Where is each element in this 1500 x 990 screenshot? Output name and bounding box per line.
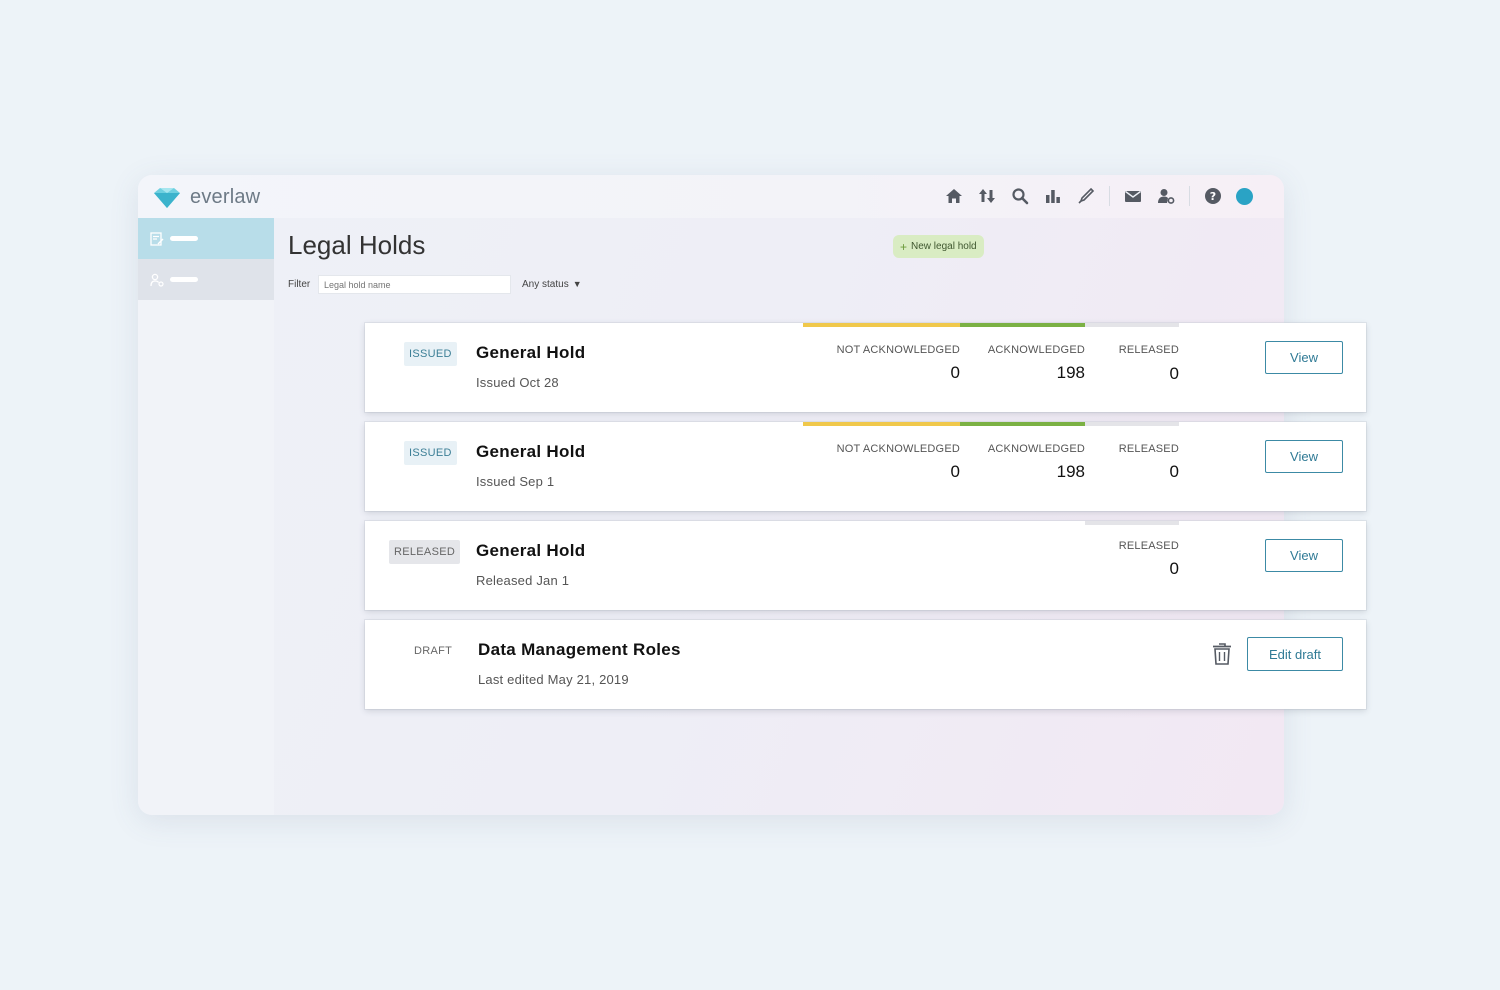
transfer-icon[interactable] — [977, 186, 997, 206]
status-badge: ISSUED — [404, 342, 457, 366]
released-bar — [1085, 323, 1179, 327]
hold-subtitle: Released Jan 1 — [476, 573, 570, 588]
status-badge: RELEASED — [389, 540, 461, 564]
logo[interactable]: everlaw — [152, 186, 260, 209]
hold-subtitle: Issued Oct 28 — [476, 375, 559, 390]
status-select-value: Any status — [522, 279, 569, 290]
acknowledged-label: ACKNOWLEDGED — [987, 344, 1085, 356]
legal-hold-icon — [150, 231, 164, 246]
hold-subtitle: Last edited May 21, 2019 — [478, 672, 629, 687]
not-acknowledged-bar — [803, 422, 960, 426]
released-label: RELEASED — [1118, 344, 1179, 356]
not-acknowledged-value: 0 — [950, 462, 960, 481]
legal-hold-card: ISSUED General Hold Issued Sep 1 NOT ACK… — [365, 422, 1366, 511]
hold-title[interactable]: Data Management Roles — [478, 640, 681, 660]
released-bar — [1085, 422, 1179, 426]
diamond-logo-icon — [154, 187, 180, 208]
sidebar-item-label-placeholder — [170, 277, 198, 282]
plus-icon: + — [900, 239, 908, 254]
acknowledged-value: 198 — [1056, 462, 1085, 481]
filter-label: Filter — [288, 279, 311, 290]
pen-icon[interactable] — [1076, 186, 1096, 206]
released-label: RELEASED — [1118, 443, 1179, 455]
new-legal-hold-label: New legal hold — [911, 241, 977, 252]
avatar[interactable] — [1236, 187, 1253, 205]
acknowledged-bar — [960, 422, 1085, 426]
view-button[interactable]: View — [1265, 539, 1343, 572]
sidebar-item-label-placeholder — [170, 236, 198, 241]
released-value: 0 — [1169, 559, 1179, 578]
help-icon[interactable]: ? — [1203, 186, 1223, 206]
released-value: 0 — [1169, 462, 1179, 481]
not-acknowledged-bar — [803, 323, 960, 327]
status-badge: ISSUED — [404, 441, 457, 465]
edit-draft-button[interactable]: Edit draft — [1247, 637, 1343, 671]
top-bar: everlaw ? — [138, 175, 1284, 218]
not-acknowledged-label: NOT ACKNOWLEDGED — [836, 344, 960, 356]
search-icon[interactable] — [1010, 186, 1030, 206]
acknowledged-value: 198 — [1056, 363, 1085, 382]
released-label: RELEASED — [1118, 540, 1179, 552]
nav-separator — [1109, 186, 1110, 206]
legal-hold-card: RELEASED General Hold Released Jan 1 REL… — [365, 521, 1366, 610]
svg-text:?: ? — [1210, 190, 1216, 203]
released-bar — [1085, 521, 1179, 525]
caret-down-icon: ▼ — [572, 279, 582, 289]
view-button[interactable]: View — [1265, 341, 1343, 374]
view-button[interactable]: View — [1265, 440, 1343, 473]
sidebar-item-legal-holds[interactable] — [138, 218, 274, 259]
mail-icon[interactable] — [1123, 186, 1143, 206]
hold-title[interactable]: General Hold — [476, 442, 585, 462]
hold-title[interactable]: General Hold — [476, 343, 585, 363]
page-title: Legal Holds — [288, 230, 426, 260]
user-icon — [150, 273, 164, 287]
user-settings-icon[interactable] — [1156, 186, 1176, 206]
acknowledged-bar — [960, 323, 1085, 327]
status-badge: DRAFT — [414, 645, 453, 657]
trash-icon[interactable] — [1212, 642, 1232, 666]
home-icon[interactable] — [944, 186, 964, 206]
sidebar-item-users[interactable] — [138, 259, 274, 300]
legal-hold-name-input[interactable] — [318, 275, 511, 294]
acknowledged-label: ACKNOWLEDGED — [987, 443, 1085, 455]
legal-hold-card: DRAFT Data Management Roles Last edited … — [365, 620, 1366, 709]
hold-subtitle: Issued Sep 1 — [476, 474, 555, 489]
new-legal-hold-button[interactable]: + New legal hold — [893, 235, 984, 258]
not-acknowledged-label: NOT ACKNOWLEDGED — [836, 443, 960, 455]
legal-hold-card: ISSUED General Hold Issued Oct 28 NOT AC… — [365, 323, 1366, 412]
sidebar — [138, 218, 274, 815]
hold-title[interactable]: General Hold — [476, 541, 585, 561]
released-value: 0 — [1169, 364, 1179, 383]
logo-text: everlaw — [190, 186, 261, 208]
status-select[interactable]: Any status ▼ — [522, 279, 582, 290]
nav-icons: ? — [944, 186, 1253, 206]
nav-separator — [1189, 186, 1190, 206]
bar-chart-icon[interactable] — [1043, 186, 1063, 206]
not-acknowledged-value: 0 — [950, 363, 960, 382]
